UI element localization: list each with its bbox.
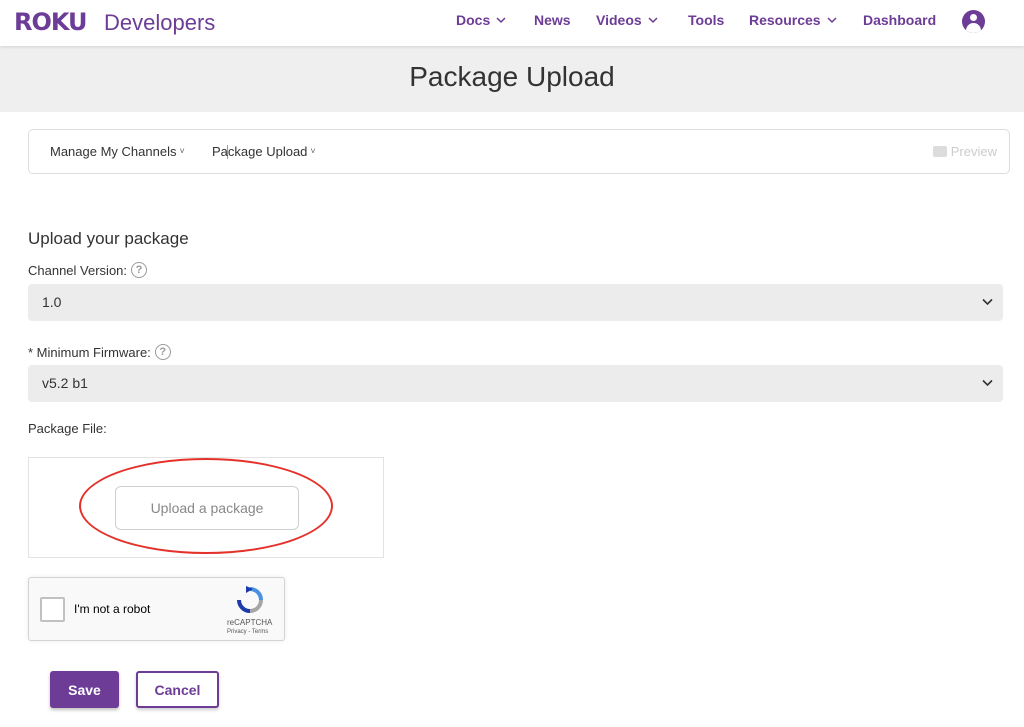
help-icon[interactable]: ? (154, 344, 171, 360)
save-button[interactable]: Save (50, 671, 119, 708)
channel-version-label-text: Channel Version: (28, 262, 128, 278)
recaptcha-widget: I'm not a robot reCAPTCHA Privacy - Term… (28, 577, 285, 641)
breadcrumb: Manage My Channels ˅ Package Upload ˅ Prev… (28, 129, 1010, 174)
package-file-dropzone[interactable]: Upload a package (28, 457, 384, 558)
nav-docs[interactable]: Docs (456, 12, 506, 28)
developers-label[interactable]: Developers (104, 10, 215, 36)
avatar-head (970, 14, 977, 21)
channel-version-label: Channel Version: ? (28, 262, 148, 278)
nav-tools[interactable]: Tools (688, 12, 724, 28)
upload-package-button[interactable]: Upload a package (115, 486, 299, 530)
channel-version-select[interactable]: 1.0 (28, 284, 1003, 321)
title-band: Package Upload (0, 46, 1024, 112)
user-circle-icon[interactable] (962, 10, 985, 33)
comment-icon (932, 146, 947, 157)
breadcrumb-label: Manage My Channels (50, 144, 177, 159)
help-icon[interactable]: ? (131, 262, 148, 278)
recaptcha-brand: reCAPTCHA (227, 618, 273, 627)
recaptcha-logo-icon (237, 586, 263, 613)
breadcrumb-manage-my-channels[interactable]: Manage My Channels ˅ (50, 144, 185, 159)
chevron-down-icon (982, 379, 993, 387)
nav-dashboard-label: Dashboard (863, 12, 937, 28)
minimum-firmware-label-text: * Minimum Firmware: (28, 344, 151, 360)
preview-label: Preview (950, 144, 997, 159)
caret-down-icon: ˅ (179, 146, 185, 156)
nav-videos[interactable]: Videos (596, 12, 658, 28)
section-heading: Upload your package (28, 229, 189, 248)
nav-news-label: News (534, 12, 571, 28)
page-title: Package Upload (409, 61, 615, 92)
chevron-down-icon (827, 17, 837, 24)
recaptcha-privacy-terms[interactable]: Privacy - Terms (227, 629, 268, 635)
roku-logo[interactable]: ROKU (14, 8, 88, 36)
nav-dashboard[interactable]: Dashboard (863, 12, 936, 28)
minimum-firmware-label: * Minimum Firmware: ? (28, 344, 171, 360)
preview-button[interactable]: Preview (932, 144, 997, 159)
nav-tools-label: Tools (688, 12, 725, 28)
nav-videos-label: Videos (596, 12, 642, 28)
caret-down-icon: ˅ (310, 146, 316, 156)
channel-version-value: 1.0 (42, 294, 62, 310)
nav-docs-label: Docs (456, 12, 491, 28)
nav-resources-label: Resources (749, 12, 821, 28)
chevron-down-icon (982, 298, 993, 306)
recaptcha-label: I'm not a robot (74, 602, 151, 616)
cancel-button[interactable]: Cancel (136, 671, 219, 708)
chevron-down-icon (496, 17, 506, 24)
breadcrumb-label: Package Upload (212, 144, 308, 159)
package-file-label: Package File: (28, 421, 107, 436)
minimum-firmware-value: v5.2 b1 (42, 375, 88, 391)
breadcrumb-package-upload[interactable]: Package Upload ˅ (212, 144, 316, 159)
minimum-firmware-select[interactable]: v5.2 b1 (28, 365, 1003, 402)
nav-news[interactable]: News (534, 12, 571, 28)
package-file-label-text: Package File: (28, 421, 107, 436)
chevron-down-icon (648, 17, 658, 24)
nav-resources[interactable]: Resources (749, 12, 837, 28)
avatar-body (966, 23, 981, 33)
top-navigation: ROKU Developers Docs News Videos Tools R… (0, 0, 1024, 46)
recaptcha-checkbox[interactable] (40, 597, 65, 622)
